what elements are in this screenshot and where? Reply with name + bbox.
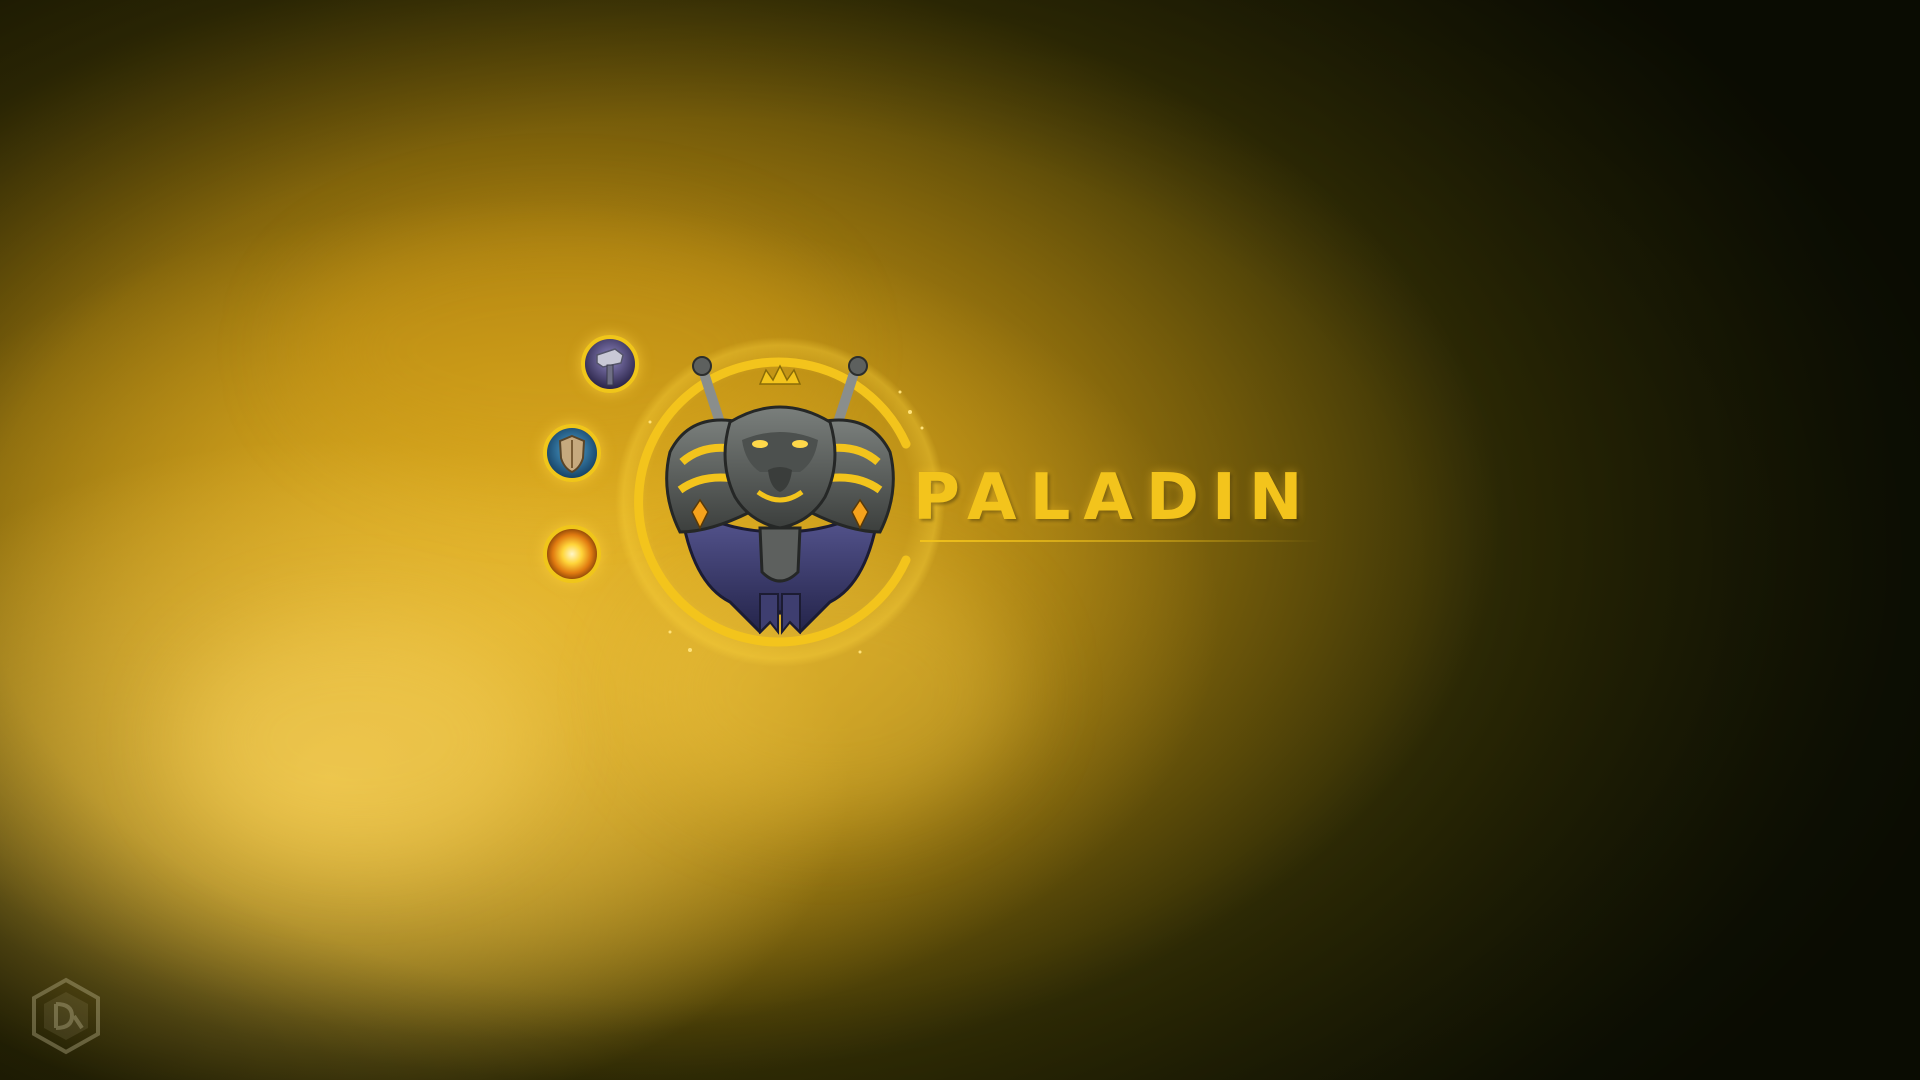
shield-icon	[543, 424, 601, 482]
title-underline	[920, 540, 1320, 542]
site-logo-icon	[26, 976, 106, 1056]
lion-crest-icon	[610, 332, 950, 672]
background-haze	[180, 620, 540, 860]
class-title: PALADIN	[913, 461, 1316, 535]
wallpaper: PALADIN	[0, 0, 1920, 1080]
holy-light-icon	[543, 525, 601, 583]
